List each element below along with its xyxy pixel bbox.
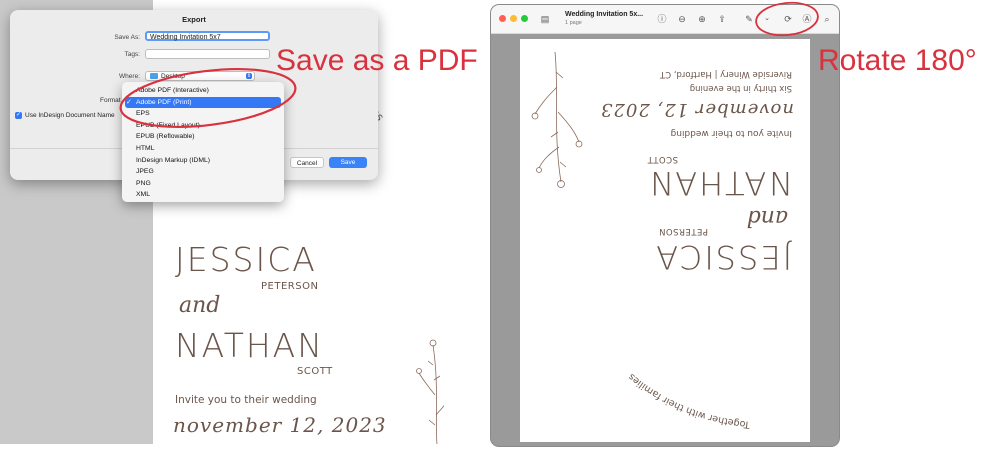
and-script: and <box>179 293 221 318</box>
close-window-icon[interactable] <box>499 15 506 22</box>
date-script: november 12, 2023 <box>173 413 387 437</box>
name2: NATHAN <box>175 326 324 365</box>
preview-window: ▤ Wedding Invitation 5x... 1 page ⓘ ⊖ ⊕ … <box>491 5 839 446</box>
share-icon[interactable]: ⇪ <box>716 13 728 25</box>
sidebar-icon[interactable]: ▤ <box>539 13 551 25</box>
annotation-save-as-pdf: Save as a PDF <box>276 44 478 77</box>
arc-text-rotated-path: Together with their families <box>626 371 751 430</box>
and-rotated: and <box>746 205 788 230</box>
minimize-window-icon[interactable] <box>510 15 517 22</box>
use-document-name-checkbox[interactable]: ✓ <box>15 112 22 119</box>
name1: JESSICA <box>175 240 317 279</box>
save-as-label: Save As: <box>114 34 140 41</box>
venue-rotated: Riverside Winery | Hartford, CT <box>659 69 792 79</box>
save-button[interactable]: Save <box>329 157 367 168</box>
dialog-title: Export <box>182 15 206 24</box>
info-icon[interactable]: ⓘ <box>656 13 668 25</box>
window-subtitle: 1 page <box>565 20 582 26</box>
surname2: SCOTT <box>297 366 333 377</box>
surname2-rotated: SCOTT <box>647 154 678 164</box>
rotated-content: Together with their families JESSICA PET… <box>520 39 810 442</box>
tags-field[interactable] <box>145 49 270 59</box>
floral-sprig-rotated-icon <box>531 52 583 188</box>
tags-label: Tags: <box>124 51 140 58</box>
date-rotated: november 12, 2023 <box>600 99 794 120</box>
zoom-window-icon[interactable] <box>521 15 528 22</box>
format-menu-item[interactable]: HTML <box>122 143 284 155</box>
zoom-out-icon[interactable]: ⊖ <box>676 13 688 25</box>
invite-rotated: Invite you to their wedding <box>670 128 792 138</box>
format-menu-item-label: HTML <box>136 144 155 152</box>
annotation-circle-right <box>755 1 819 37</box>
annotation-rotate-180: Rotate 180° <box>818 44 977 77</box>
time-rotated: Six thirty in the evening <box>689 83 792 93</box>
use-document-name-label: Use InDesign Document Name <box>25 112 115 119</box>
format-menu-item[interactable]: PNG <box>122 178 284 190</box>
format-menu-item[interactable]: XML <box>122 189 284 201</box>
window-title: Wedding Invitation 5x... <box>565 11 644 18</box>
format-menu-item-label: JPEG <box>136 168 154 176</box>
surname1-rotated: PETERSON <box>658 226 708 236</box>
name1-rotated: JESSICA <box>654 238 792 276</box>
search-icon[interactable]: ⌕ <box>821 13 833 25</box>
arc-text-rotated: Together with their families <box>626 371 751 430</box>
format-menu-item-label: InDesign Markup (IDML) <box>136 156 211 164</box>
svg-text:Together with their families: Together with their families <box>626 371 751 430</box>
format-menu-item-label: PNG <box>136 179 151 187</box>
invite-line: Invite you to their wedding <box>175 394 317 406</box>
pdf-page: Together with their families JESSICA PET… <box>520 39 810 442</box>
format-menu-item[interactable]: JPEG <box>122 166 284 178</box>
name2-rotated: NATHAN <box>647 164 792 202</box>
format-menu-item-label: XML <box>136 191 150 199</box>
save-as-field[interactable]: Wedding Invitation 5x7 <box>145 31 270 41</box>
zoom-in-icon[interactable]: ⊕ <box>696 13 708 25</box>
cancel-button[interactable]: Cancel <box>290 157 324 168</box>
floral-sprig-icon <box>416 339 444 444</box>
surname1: PETERSON <box>261 281 319 292</box>
format-menu-item[interactable]: InDesign Markup (IDML) <box>122 155 284 167</box>
